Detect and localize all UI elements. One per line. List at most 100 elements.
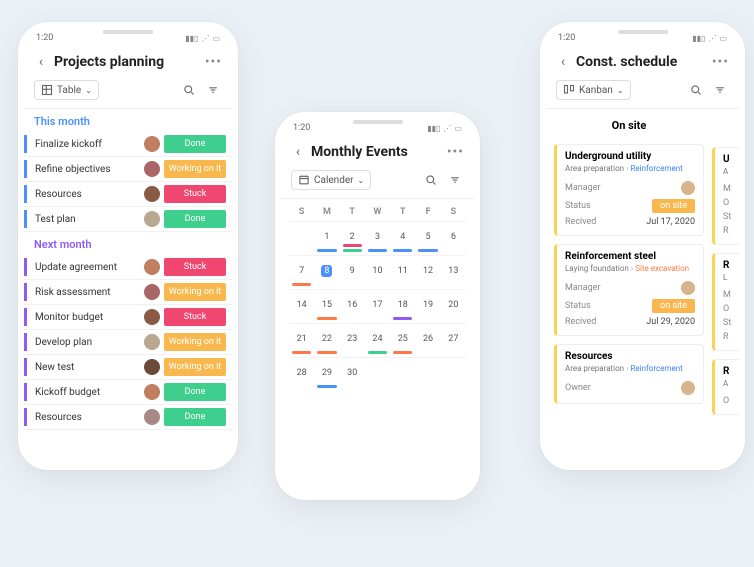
event-bar[interactable]	[343, 249, 362, 252]
kanban-card[interactable]: Underground utilityArea preparation › Re…	[554, 144, 704, 236]
task-row[interactable]: Monitor budgetStuck	[24, 305, 232, 330]
calendar-cell[interactable]: 2	[340, 221, 365, 255]
calendar-cell[interactable]: 13	[441, 255, 466, 289]
task-row[interactable]: Test planDone	[24, 207, 232, 232]
avatar[interactable]	[144, 284, 160, 300]
event-bar[interactable]	[292, 283, 311, 286]
kanban-card[interactable]: ResourcesArea preparation › Reinforcemen…	[554, 344, 704, 404]
status-pill[interactable]: on site	[652, 199, 695, 213]
kanban-card-peek[interactable]: RLMOStR	[712, 253, 739, 351]
calendar-cell[interactable]: 16	[340, 289, 365, 323]
filter-icon[interactable]	[446, 171, 464, 189]
calendar-cell[interactable]: 3	[365, 221, 390, 255]
calendar-cell[interactable]: 5	[415, 221, 440, 255]
calendar-cell[interactable]: 30	[340, 357, 365, 391]
calendar-cell[interactable]: 11	[390, 255, 415, 289]
back-icon[interactable]: ‹	[556, 55, 570, 69]
event-bar[interactable]	[343, 244, 362, 247]
task-row[interactable]: Kickoff budgetDone	[24, 380, 232, 405]
avatar[interactable]	[144, 384, 160, 400]
calendar-cell[interactable]: 10	[365, 255, 390, 289]
breadcrumb-link[interactable]: Site excavation	[635, 264, 689, 273]
event-bar[interactable]	[368, 249, 387, 252]
avatar[interactable]	[144, 211, 160, 227]
event-bar[interactable]	[393, 249, 412, 252]
kanban-card-peek[interactable]: UAMOStR	[712, 147, 739, 245]
avatar[interactable]	[144, 259, 160, 275]
calendar-cell[interactable]: 29	[314, 357, 339, 391]
event-bar[interactable]	[393, 351, 412, 354]
more-icon[interactable]: •••	[205, 54, 222, 70]
status-pill[interactable]: Working on it	[164, 333, 226, 351]
event-bar[interactable]	[368, 351, 387, 354]
calendar-cell[interactable]	[289, 221, 314, 255]
calendar-cell[interactable]: 28	[289, 357, 314, 391]
kanban-card[interactable]: Reinforcement steelLaying foundation › S…	[554, 244, 704, 336]
calendar-cell[interactable]: 14	[289, 289, 314, 323]
calendar-cell[interactable]: 7	[289, 255, 314, 289]
calendar-cell[interactable]: 9	[340, 255, 365, 289]
event-bar[interactable]	[393, 317, 412, 320]
calendar-cell[interactable]: 23	[340, 323, 365, 357]
event-bar[interactable]	[317, 249, 336, 252]
calendar-cell[interactable]: 24	[365, 323, 390, 357]
status-pill[interactable]: Working on it	[164, 283, 226, 301]
avatar[interactable]	[144, 309, 160, 325]
status-pill[interactable]: Working on it	[164, 358, 226, 376]
search-icon[interactable]	[180, 81, 198, 99]
calendar-cell[interactable]	[415, 357, 440, 391]
calendar-cell[interactable]: 19	[415, 289, 440, 323]
avatar[interactable]	[144, 161, 160, 177]
calendar-cell[interactable]: 21	[289, 323, 314, 357]
status-pill[interactable]: Stuck	[164, 185, 226, 203]
view-selector[interactable]: Table ⌄	[34, 80, 99, 100]
back-icon[interactable]: ‹	[291, 145, 305, 159]
task-row[interactable]: Finalize kickoffDone	[24, 132, 232, 157]
event-bar[interactable]	[292, 351, 311, 354]
calendar-cell[interactable]: 20	[441, 289, 466, 323]
calendar-cell[interactable]: 26	[415, 323, 440, 357]
status-pill[interactable]: Done	[164, 383, 226, 401]
view-selector[interactable]: Calender ⌄	[291, 170, 371, 190]
back-icon[interactable]: ‹	[34, 55, 48, 69]
event-bar[interactable]	[317, 351, 336, 354]
view-selector[interactable]: Kanban ⌄	[556, 80, 631, 100]
task-row[interactable]: Develop planWorking on it	[24, 330, 232, 355]
avatar[interactable]	[144, 334, 160, 350]
task-row[interactable]: Update agreementStuck	[24, 255, 232, 280]
event-bar[interactable]	[418, 249, 437, 252]
filter-icon[interactable]	[711, 81, 729, 99]
event-bar[interactable]	[317, 385, 336, 388]
status-pill[interactable]: Stuck	[164, 308, 226, 326]
kanban-card-peek[interactable]: RAO	[712, 359, 739, 415]
avatar[interactable]	[681, 381, 695, 395]
filter-icon[interactable]	[204, 81, 222, 99]
status-pill[interactable]: Working on it	[164, 160, 226, 178]
search-icon[interactable]	[422, 171, 440, 189]
status-pill[interactable]: on site	[652, 299, 695, 313]
status-pill[interactable]: Done	[164, 210, 226, 228]
avatar[interactable]	[144, 136, 160, 152]
status-pill[interactable]: Done	[164, 408, 226, 426]
calendar-cell[interactable]: 18	[390, 289, 415, 323]
group-header[interactable]: This month	[24, 109, 232, 132]
status-pill[interactable]: Stuck	[164, 258, 226, 276]
calendar-cell[interactable]	[365, 357, 390, 391]
avatar[interactable]	[681, 281, 695, 295]
calendar-cell[interactable]: 27	[441, 323, 466, 357]
calendar-cell[interactable]	[441, 357, 466, 391]
group-header[interactable]: Next month	[24, 232, 232, 255]
task-row[interactable]: ResourcesDone	[24, 405, 232, 430]
event-bar[interactable]	[317, 317, 336, 320]
calendar-cell[interactable]: 22	[314, 323, 339, 357]
task-row[interactable]: Refine objectivesWorking on it	[24, 157, 232, 182]
calendar-cell[interactable]: 25	[390, 323, 415, 357]
task-row[interactable]: New testWorking on it	[24, 355, 232, 380]
calendar-cell[interactable]: 1	[314, 221, 339, 255]
calendar-cell[interactable]: 4	[390, 221, 415, 255]
calendar-cell[interactable]: 6	[441, 221, 466, 255]
calendar-cell[interactable]: 15	[314, 289, 339, 323]
breadcrumb-link[interactable]: Reinforcement	[630, 364, 682, 373]
task-row[interactable]: ResourcesStuck	[24, 182, 232, 207]
calendar-cell[interactable]: 17	[365, 289, 390, 323]
